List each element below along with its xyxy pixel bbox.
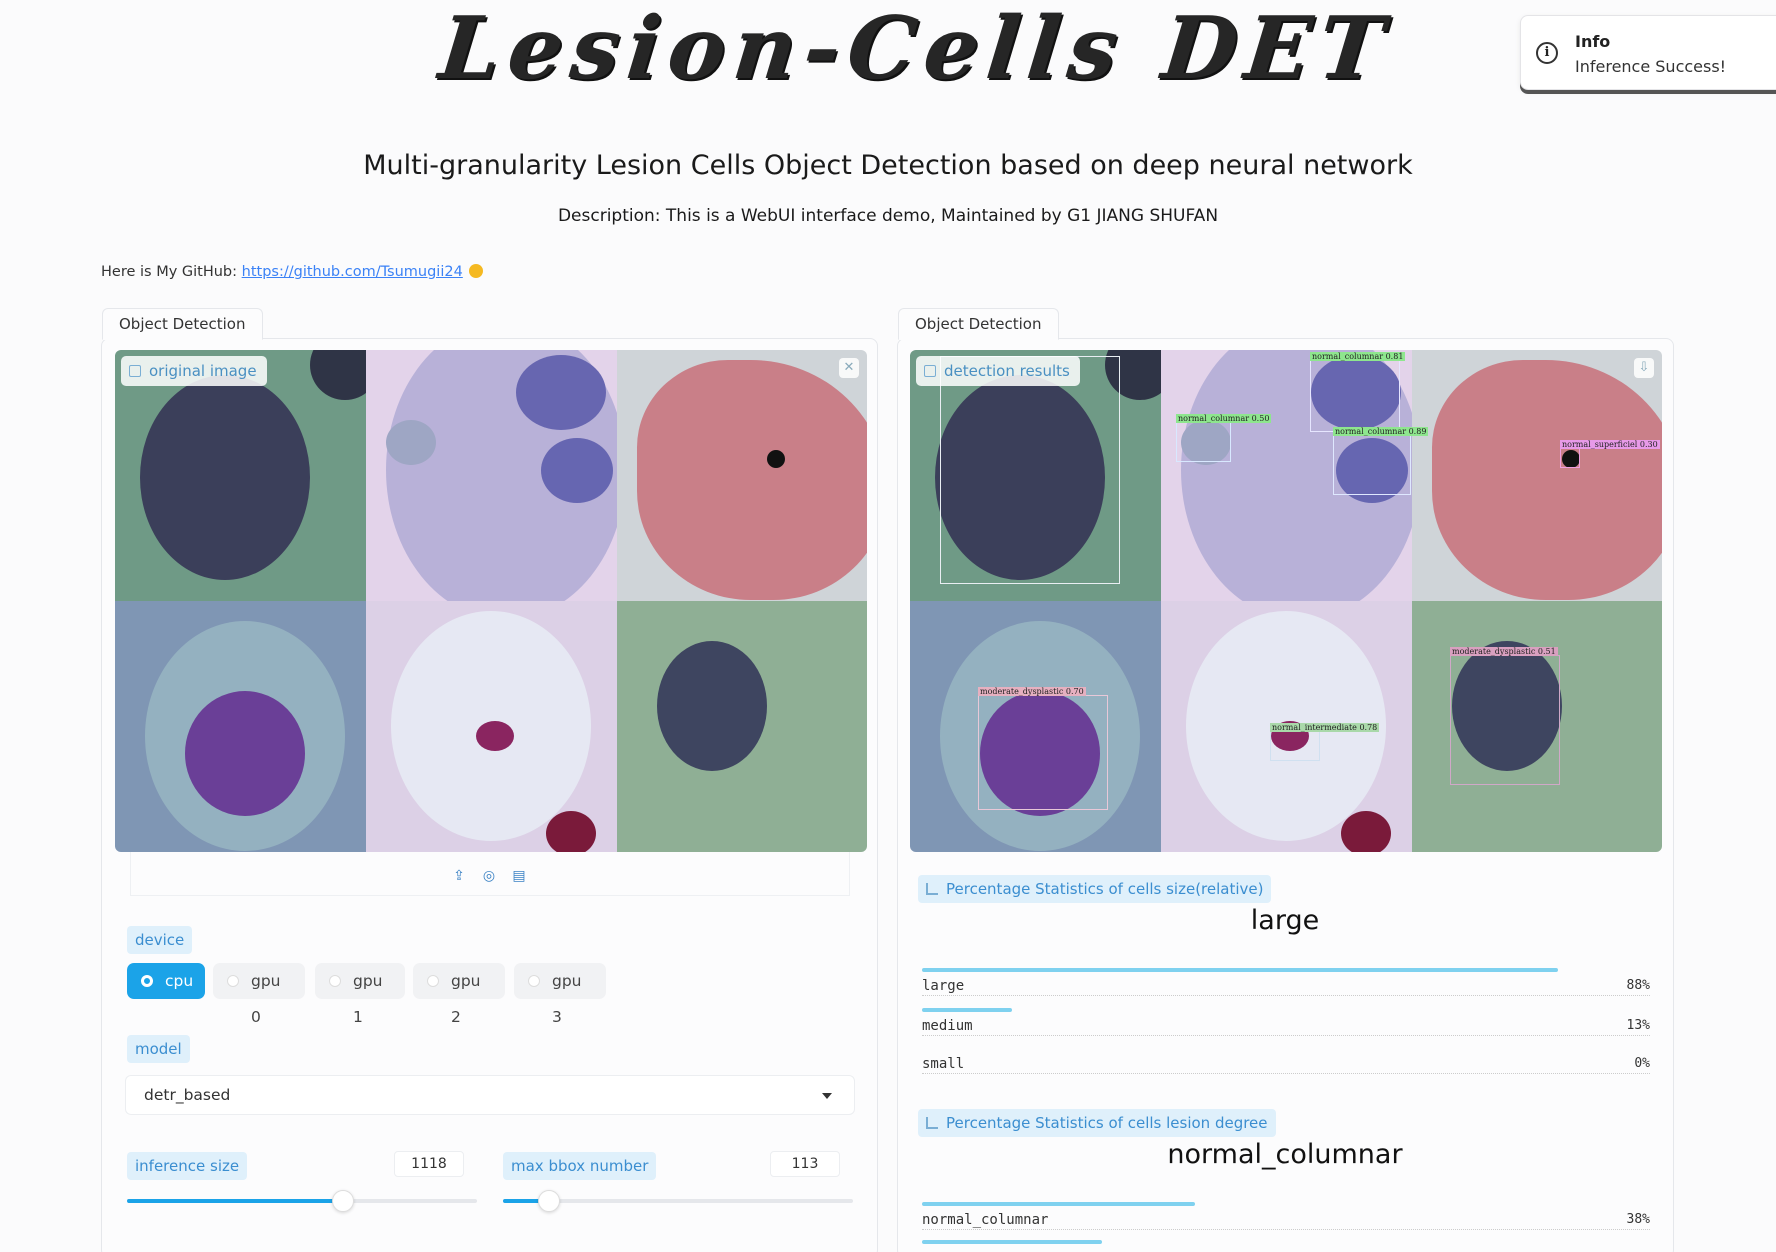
close-icon[interactable]: ✕ [839, 358, 859, 378]
chevron-down-icon [822, 1093, 832, 1099]
detection-label: moderate_dysplastic 0.70 [978, 687, 1086, 696]
device-label: device [127, 926, 193, 954]
confidence-row-normal-columnar: normal_columnar 38% [922, 1202, 1650, 1242]
max-bbox-slider-handle[interactable] [538, 1190, 560, 1212]
page-subtitle: Multi-granularity Lesion Cells Object De… [363, 150, 1413, 181]
tab-object-detection-left[interactable]: Object Detection [102, 308, 263, 340]
detection-label: normal_superficiel 0.30 [1560, 440, 1660, 449]
detection-box [940, 356, 1120, 584]
chart-icon [926, 883, 938, 895]
detection-label: normal_columnar 0.50 [1176, 414, 1272, 423]
image-icon [924, 365, 936, 377]
detection-label: moderate_dysplastic 0.51 [1450, 647, 1558, 656]
tab-object-detection-right[interactable]: Object Detection [898, 308, 1059, 340]
download-icon[interactable]: ⇩ [1634, 358, 1654, 378]
device-option-gpu1[interactable]: gpu 1 [315, 963, 405, 1026]
confidence-bar [922, 1008, 1012, 1012]
inference-size-input[interactable]: 1118 [394, 1151, 464, 1177]
device-option-gpu3[interactable]: gpu 3 [514, 963, 606, 1026]
detection-box [1270, 731, 1320, 761]
detection-box [978, 695, 1108, 810]
max-bbox-label: max bbox number [503, 1152, 657, 1180]
detection-results-label: detection results [916, 356, 1080, 386]
github-link[interactable]: https://github.com/Tsumugii24 [242, 264, 463, 280]
confidence-row-small: small 0% [922, 1056, 1650, 1074]
github-prefix: Here is My GitHub: [101, 264, 242, 280]
page-description: Description: This is a WebUI interface d… [557, 206, 1219, 226]
detection-box [1176, 422, 1231, 462]
size-top-label: large [1250, 905, 1320, 936]
device-option-gpu2[interactable]: gpu 2 [413, 963, 505, 1026]
app-logo: Lesion-Cells DET [434, 0, 1397, 99]
detection-label: normal_columnar 0.89 [1333, 427, 1429, 436]
confidence-row-large: large 88% [922, 968, 1650, 1008]
upload-icon[interactable]: ⇪ [451, 868, 467, 884]
detection-label: normal_intermediate 0.78 [1270, 723, 1380, 732]
max-bbox-input[interactable]: 113 [770, 1151, 840, 1177]
detection-box [1310, 360, 1400, 432]
device-option-cpu[interactable]: cpu [127, 963, 205, 999]
webcam-icon[interactable]: ◎ [481, 868, 497, 884]
inference-size-slider-handle[interactable] [332, 1190, 354, 1212]
confidence-bar [922, 1202, 1195, 1206]
inference-size-label: inference size [127, 1152, 248, 1180]
max-bbox-slider[interactable] [503, 1190, 853, 1212]
github-line: Here is My GitHub: https://github.com/Ts… [101, 264, 483, 280]
detection-box [1560, 448, 1580, 468]
detection-box [1450, 655, 1560, 785]
model-select[interactable]: detr_based [125, 1075, 855, 1115]
confidence-bar [922, 1240, 1102, 1244]
clipboard-icon[interactable]: ▤ [511, 868, 527, 884]
model-label: model [127, 1035, 190, 1063]
image-source-toolbar: ⇪ ◎ ▤ [130, 852, 850, 896]
toast-message: Inference Success! [1575, 57, 1727, 76]
chart-icon [926, 1117, 938, 1129]
inference-size-slider[interactable] [127, 1190, 477, 1212]
detection-box [1333, 435, 1411, 495]
info-toast: i Info Inference Success! [1520, 15, 1776, 90]
lesion-top-label: normal_columnar [1167, 1139, 1403, 1170]
lesion-stats-label: Percentage Statistics of cells lesion de… [918, 1109, 1276, 1137]
confidence-bar [922, 968, 1558, 972]
size-stats-label: Percentage Statistics of cells size(rela… [918, 875, 1272, 903]
smile-emoji-icon [468, 264, 483, 278]
device-option-gpu0[interactable]: gpu 0 [213, 963, 305, 1026]
confidence-row-medium: medium 13% [922, 1008, 1650, 1048]
image-icon [129, 365, 141, 377]
detection-label: normal_columnar 0.81 [1310, 352, 1406, 361]
info-icon: i [1536, 42, 1558, 64]
detection-results-image: normal_columnar 0.81 normal_columnar 0.5… [910, 350, 1662, 852]
original-image-label: original image [121, 356, 267, 386]
original-image[interactable]: original image ✕ [115, 350, 867, 852]
toast-title: Info [1575, 32, 1611, 51]
